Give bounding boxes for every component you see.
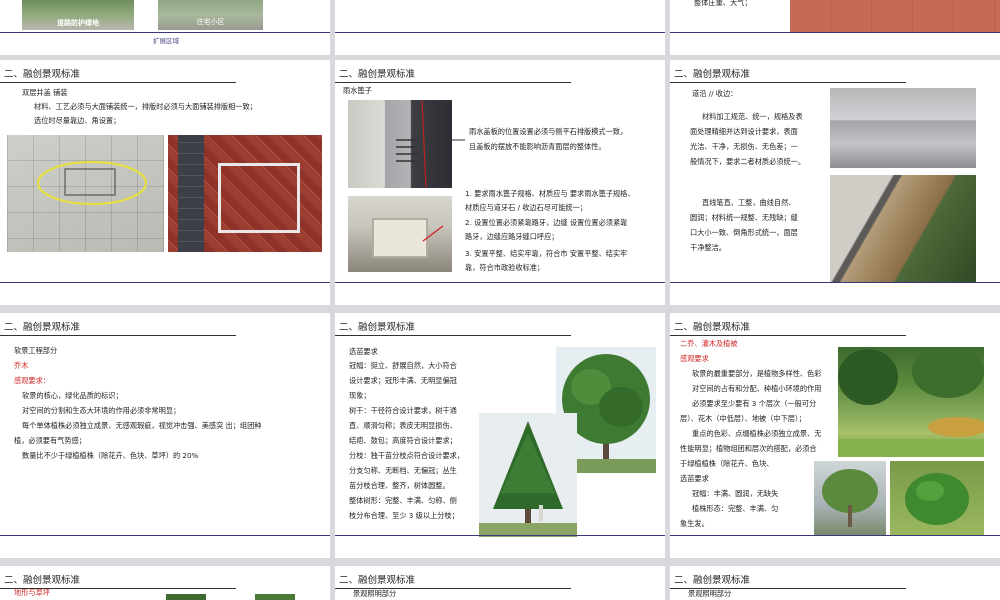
slide-title: 二、融创景观标准 (4, 69, 81, 80)
p2-line-4: 干净整洁。 (690, 243, 726, 252)
sub-heading-perception: 感观要求 (680, 354, 709, 363)
caption-protective-greenbelt: 道路防护绿地 (57, 19, 99, 27)
text-line-1: 软景的最重要部分，是植物多样性、色彩 (692, 369, 822, 378)
text-line-7: 于绿植植株（除花卉、色块、 (680, 459, 774, 468)
photo-manhole-tile (7, 135, 164, 252)
text-line-12: 枝分布合理、至少 3 级以上分枝； (349, 511, 459, 520)
photo-manhole-brick (168, 135, 322, 252)
point-2b: 路牙，边缝应路牙缝口呼应； (465, 232, 559, 241)
slide-terrain-lawn: 二、融创景观标准 地形与草坪 (0, 566, 330, 600)
slide-title: 二、融创景观标准 (4, 322, 81, 333)
text-line-4: 现象； (349, 391, 371, 400)
sub-heading-trees: 乔木 (14, 361, 29, 370)
slide-manhole-cover: 二、融创景观标准 双层井盖 铺装 材料、工艺必须与大面铺装统一，排版时必须与大面… (0, 60, 330, 305)
highlight-ellipse (37, 161, 147, 205)
slide-softscape-trees: 二、融创景观标准 软景工程部分 乔木 感观要求： 软景的核心，绿化品质的标识； … (0, 313, 330, 558)
photo-lawn-1 (166, 594, 206, 600)
text-line-9: 冠幅：丰满、圆润，无缺失 (692, 489, 779, 498)
slide-3: 整体庄重、大气； (670, 0, 1000, 55)
photo-grate-inlet (348, 196, 452, 272)
p1-line-4: 般情况下，要求二者材质必须统一。 (690, 157, 806, 166)
text-line-7: 结疤、鼓包；高度符合设计要求； (349, 436, 457, 445)
point-2a: 2. 设置位置必须紧靠路牙，边缝 设置位置必须紧靠 (465, 218, 628, 227)
text-line-1: 材料、工艺必须与大面铺装统一，排版时必须与大面铺装排版相一致； (34, 102, 257, 111)
sub-heading-shrubs: 二乔、灌木及植被 (680, 339, 738, 348)
photo-curved-curb (830, 175, 976, 283)
point-3a: 3. 安置平整、结实牢靠，符合市 安置平整、结实牢 (465, 249, 628, 258)
photo-red-paving (790, 0, 1000, 32)
slide-lighting-b: 二、融创景观标准 景观照明部分 (670, 566, 1000, 600)
p1-line-1: 材料加工规范、统一，规格及表 (702, 112, 803, 121)
slide-1: 道路防护绿地 住宅小区 扩展区域 (0, 0, 330, 55)
photo-residential: 住宅小区 (158, 0, 263, 30)
desc-line-1: 雨水盖板的位置设置必须与侧平石排版模式一致， (469, 127, 628, 136)
slide-shrubs: 二、融创景观标准 二乔、灌木及植被 感观要求 软景的最重要部分，是植物多样性、色… (670, 313, 1000, 558)
slide-title: 二、融创景观标准 (4, 575, 81, 586)
text-line-11: 象生发。 (680, 519, 709, 528)
p1-line-2: 面处理精细并达到设计要求，表面 (690, 127, 798, 136)
slide-heading: 软景工程部分 (14, 346, 58, 355)
text-line-1: 软景的核心，绿化品质的标识； (22, 391, 123, 400)
footer-label: 扩展区域 (153, 37, 179, 45)
sub-heading-terrain: 地形与草坪 (14, 588, 50, 597)
photo-protective-greenbelt: 道路防护绿地 (22, 0, 134, 30)
slide-title: 二、融创景观标准 (674, 69, 751, 80)
photo-tree-conifer (479, 413, 577, 537)
slide-curb-edge: 二、融创景观标准 道沿 // 收边： 材料加工规范、统一，规格及表 面处理精细并… (670, 60, 1000, 305)
caption-residential: 住宅小区 (196, 18, 225, 26)
slide-heading: 景观照明部分 (688, 589, 732, 598)
photo-lawn-2 (255, 594, 295, 600)
slide-heading: 道沿 // 收边： (692, 89, 738, 98)
text-line-8: 选苗要求 (680, 474, 709, 483)
sub-heading-perception: 感观要求： (14, 376, 50, 385)
photo-stone-curb (830, 88, 976, 168)
slide-tree-selection: 二、融创景观标准 选苗要求 冠幅：挺立、舒展自然，大小符合 设计要求；冠形丰满、… (335, 313, 665, 558)
slide-title: 二、融创景观标准 (674, 322, 751, 333)
point-3b: 靠，符合市政验收标准； (465, 263, 545, 272)
point-1b: 材质应与道牙石 / 收边石尽可能统一； (465, 203, 587, 212)
slide-heading: 景观照明部分 (353, 589, 397, 598)
p2-line-3: 口大小一致、倒角形式统一，面层 (690, 228, 798, 237)
text-line-2: 选位时尽量靠边、角设置； (34, 116, 121, 125)
point-1a: 1. 要求雨水篦子规格、材质应与 要求雨水篦子规格、 (465, 189, 635, 198)
p1-line-3: 光洁、干净，无损伤、无色差；一 (690, 142, 798, 151)
slide-title: 二、融创景观标准 (339, 575, 416, 586)
text-line-3: 必须要求至少要有 3 个层次（一般可分 (692, 399, 817, 408)
text-line-2: 冠幅：挺立、舒展自然，大小符合 (349, 361, 457, 370)
slide-2 (335, 0, 665, 55)
text-line-5: 数量比不少于绿植植株（除花卉、色块、草坪）的 20% (22, 451, 199, 460)
p2-line-1: 直线笔直、工整，曲线自然、 (702, 198, 796, 207)
photo-layered-planting (838, 347, 984, 457)
slide-title: 二、融创景观标准 (339, 322, 416, 333)
photo-shrub-tree (814, 461, 886, 535)
text-line-10: 苗分枝合理、整齐，树体圆整。 (349, 481, 450, 490)
slide-rain-grate: 二、融创景观标准 雨水篦子 雨水盖板的位置设置必须与侧平石排版模式一致， 且盖板… (335, 60, 665, 305)
text-line-11: 整体树形：完整、丰满、匀称、侧 (349, 496, 457, 505)
slide-3-text: 整体庄重、大气； (694, 0, 752, 7)
text-line-2: 对空间的占有和分配、种植小环境的作用 (692, 384, 822, 393)
slide-lighting-a: 二、融创景观标准 景观照明部分 (335, 566, 665, 600)
text-line-6: 性能明显；植物组团和层次的搭配，必须合 (680, 444, 817, 453)
slide-title: 二、融创景观标准 (674, 575, 751, 586)
photo-round-shrub (890, 461, 984, 535)
text-line-2: 对空间的分割和生态大环境的作用必须非常明显； (22, 406, 181, 415)
text-line-1: 选苗要求 (349, 347, 378, 356)
text-line-6: 直、顺滑匀称；表皮无明显损伤、 (349, 421, 457, 430)
text-line-5: 树干：干径符合设计要求，树干通 (349, 406, 457, 415)
slide-title: 二、融创景观标准 (339, 69, 416, 80)
text-line-3: 设计要求；冠形丰满、无明显偏冠 (349, 376, 457, 385)
desc-line-2: 且盖板的摆放不能影响沥青面层的整体性。 (469, 142, 606, 151)
slide-heading: 双层井盖 铺装 (22, 88, 68, 97)
text-line-8: 分枝：独干苗分枝点符合设计要求， (349, 451, 465, 460)
text-line-3: 每个单体植株必须独立成景、无感观瑕疵，视觉冲击强、美感突 出；组团种 (22, 421, 262, 430)
text-line-10: 植株形态：完整、丰满、匀 (692, 504, 779, 513)
text-line-9: 分支匀称、无断档、无偏冠；丛生 (349, 466, 457, 475)
text-line-5: 重点的色彩、点缀植株必须独立成景、无 (692, 429, 822, 438)
text-line-4: 层）、花木（中低层）、地被（中下层）； (680, 414, 806, 423)
pointer-line (430, 139, 465, 141)
slide-heading: 雨水篦子 (343, 86, 372, 95)
p2-line-2: 圆润；材料统一规整、无残缺；缝 (690, 213, 798, 222)
text-line-4: 植，必须要有气势感； (14, 436, 86, 445)
